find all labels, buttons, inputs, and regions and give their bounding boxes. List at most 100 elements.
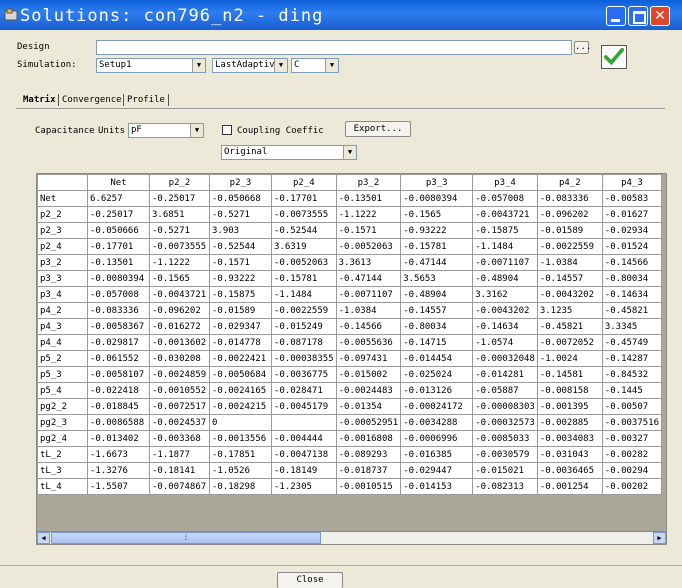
column-header[interactable]: p4_3 — [601, 174, 663, 191]
column-header[interactable]: p2_2 — [149, 174, 210, 191]
matrix-cell[interactable]: -0.15875 — [209, 286, 272, 303]
matrix-cell[interactable]: -0.0006996 — [400, 430, 474, 447]
matrix-cell[interactable]: -0.0058107 — [87, 366, 150, 383]
matrix-cell[interactable]: -0.48904 — [400, 286, 474, 303]
horizontal-scrollbar[interactable]: ◀ ⁞ ▶ — [36, 531, 667, 545]
matrix-cell[interactable]: -0.80034 — [400, 318, 474, 335]
matrix-cell[interactable]: -0.096202 — [149, 302, 210, 319]
matrix-cell[interactable]: -0.015021 — [472, 462, 538, 479]
matrix-cell[interactable]: -0.018737 — [335, 462, 402, 479]
matrix-cell[interactable]: -0.00032573 — [472, 414, 538, 431]
browse-button[interactable]: ... — [574, 41, 591, 54]
matrix-cell[interactable]: 3.3613 — [335, 254, 402, 271]
tab-convergence[interactable]: Convergence — [61, 93, 123, 107]
matrix-cell[interactable]: -0.25017 — [149, 190, 210, 207]
matrix-cell[interactable]: -1.0574 — [472, 334, 538, 351]
row-header[interactable]: p2_4 — [37, 238, 88, 255]
matrix-cell[interactable]: -0.016385 — [400, 446, 474, 463]
matrix-cell[interactable]: -0.050668 — [209, 190, 272, 207]
matrix-cell[interactable]: -0.014153 — [400, 478, 474, 495]
matrix-cell[interactable]: -0.00327 — [601, 430, 663, 447]
matrix-cell[interactable]: -0.0013556 — [209, 430, 272, 447]
close-button[interactable]: Close — [277, 572, 343, 588]
matrix-cell[interactable]: -0.01354 — [335, 398, 402, 415]
row-header[interactable]: p4_4 — [37, 334, 88, 351]
matrix-cell[interactable]: -0.0052063 — [335, 238, 402, 255]
matrix-cell[interactable]: 3.6319 — [271, 238, 337, 255]
matrix-cell[interactable]: -0.17851 — [209, 446, 272, 463]
matrix-cell[interactable]: -0.0010552 — [149, 382, 210, 399]
matrix-cell[interactable]: 3.5653 — [400, 270, 474, 287]
matrix-cell[interactable]: -1.0384 — [536, 254, 603, 271]
matrix-cell[interactable]: -0.93222 — [400, 222, 474, 239]
matrix-cell[interactable]: -0.0074867 — [149, 478, 210, 495]
matrix-cell[interactable]: -0.13501 — [87, 254, 150, 271]
matrix-cell[interactable]: -0.0043202 — [536, 286, 603, 303]
matrix-cell[interactable]: -0.00008303 — [472, 398, 538, 415]
matrix-cell[interactable]: -0.0073555 — [149, 238, 210, 255]
matrix-cell[interactable]: -0.0024537 — [149, 414, 210, 431]
tab-profile[interactable]: Profile — [126, 93, 166, 107]
matrix-cell[interactable]: -0.84532 — [601, 366, 663, 383]
matrix-cell[interactable]: -0.025024 — [400, 366, 474, 383]
matrix-cell[interactable]: -0.14566 — [601, 254, 663, 271]
row-header[interactable]: p2_2 — [37, 206, 88, 223]
matrix-cell[interactable]: -0.015002 — [335, 366, 402, 383]
scroll-left-icon[interactable]: ◀ — [37, 532, 50, 544]
matrix-cell[interactable]: -0.087178 — [271, 334, 337, 351]
chevron-down-icon[interactable]: ▼ — [192, 59, 205, 72]
matrix-cell[interactable]: -1.1222 — [335, 206, 402, 223]
matrix-cell[interactable]: -0.00024172 — [400, 398, 474, 415]
matrix-cell[interactable]: -0.001395 — [536, 398, 603, 415]
matrix-cell[interactable]: -0.0036465 — [536, 462, 603, 479]
matrix-grid[interactable]: Net p2_2 p2_3 p2_4 p3_2 p3_3 p3_4 p4_2 p4_3 Net 6.… — [36, 173, 667, 543]
matrix-cell[interactable]: -0.5271 — [209, 206, 272, 223]
matrix-cell[interactable]: -0.0037516 — [601, 414, 663, 431]
matrix-cell[interactable]: -0.5271 — [149, 222, 210, 239]
row-header[interactable]: p3_2 — [37, 254, 88, 271]
matrix-cell[interactable]: -0.031043 — [536, 446, 603, 463]
row-header[interactable]: p5_4 — [37, 382, 88, 399]
matrix-cell[interactable]: -0.1565 — [400, 206, 474, 223]
matrix-cell[interactable]: -0.48904 — [472, 270, 538, 287]
matrix-cell[interactable]: -0.014778 — [209, 334, 272, 351]
matrix-cell[interactable]: -0.14566 — [335, 318, 402, 335]
matrix-cell[interactable]: -0.00583 — [601, 190, 663, 207]
matrix-cell[interactable]: -1.1222 — [149, 254, 210, 271]
matrix-cell[interactable]: -0.003368 — [149, 430, 210, 447]
matrix-cell[interactable]: -0.14634 — [472, 318, 538, 335]
column-header[interactable]: p2_3 — [209, 174, 272, 191]
matrix-cell[interactable]: -0.00038355 — [271, 350, 337, 367]
matrix-cell[interactable]: -0.014454 — [400, 350, 474, 367]
matrix-cell[interactable]: -0.0022559 — [271, 302, 337, 319]
matrix-cell[interactable]: -0.01627 — [601, 206, 663, 223]
matrix-cell[interactable]: -0.0013602 — [149, 334, 210, 351]
matrix-cell[interactable]: -0.057008 — [87, 286, 150, 303]
matrix-cell[interactable]: -0.083336 — [536, 190, 603, 207]
matrix-cell[interactable]: -0.004444 — [271, 430, 337, 447]
matrix-cell[interactable]: -0.0043721 — [149, 286, 210, 303]
matrix-cell[interactable]: -0.14287 — [601, 350, 663, 367]
matrix-cell[interactable]: -1.1484 — [271, 286, 337, 303]
row-header[interactable]: tL_4 — [37, 478, 88, 495]
matrix-cell[interactable]: -0.013402 — [87, 430, 150, 447]
matrix-cell[interactable]: -0.0071107 — [472, 254, 538, 271]
row-header[interactable]: tL_3 — [37, 462, 88, 479]
matrix-cell[interactable]: 3.1235 — [536, 302, 603, 319]
matrix-cell[interactable]: -0.00032048 — [472, 350, 538, 367]
matrix-cell[interactable]: -0.018845 — [87, 398, 150, 415]
column-header[interactable]: p3_4 — [472, 174, 538, 191]
matrix-cell[interactable]: -0.1445 — [601, 382, 663, 399]
row-header[interactable]: p3_4 — [37, 286, 88, 303]
row-header[interactable]: pg2_4 — [37, 430, 88, 447]
matrix-cell[interactable]: 3.6851 — [149, 206, 210, 223]
matrix-cell[interactable]: -0.0047138 — [271, 446, 337, 463]
matrix-cell[interactable]: -0.0080394 — [87, 270, 150, 287]
matrix-cell[interactable]: -0.02934 — [601, 222, 663, 239]
matrix-cell[interactable]: -0.082313 — [472, 478, 538, 495]
matrix-cell[interactable]: -0.25017 — [87, 206, 150, 223]
matrix-cell[interactable]: -0.002885 — [536, 414, 603, 431]
matrix-cell[interactable]: -0.097431 — [335, 350, 402, 367]
tab-matrix[interactable]: Matrix — [22, 93, 57, 107]
matrix-cell[interactable]: -0.52544 — [271, 222, 337, 239]
